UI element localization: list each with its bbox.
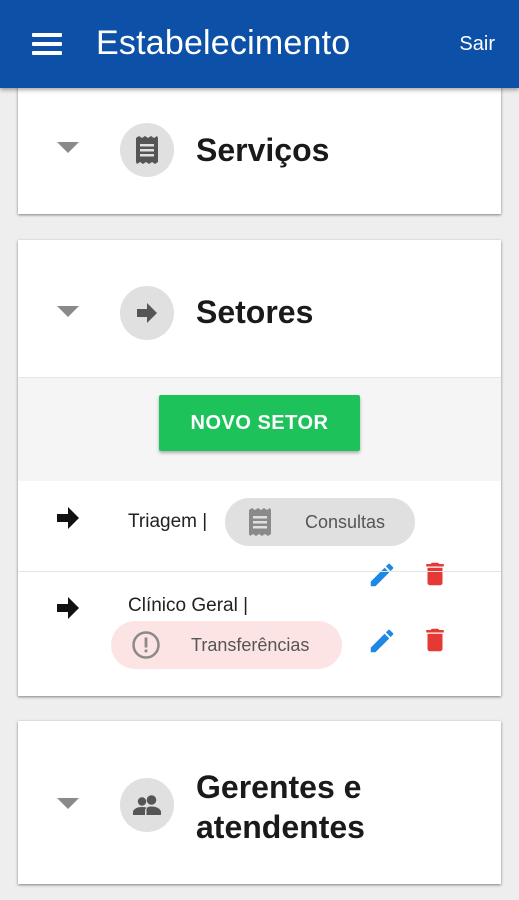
- servicos-title: Serviços: [196, 132, 330, 168]
- arrow-right-icon: [57, 597, 79, 619]
- gerentes-title-line2: atendentes: [196, 809, 365, 845]
- servico-chip[interactable]: Transferências: [111, 621, 342, 669]
- setor-name: Clínico Geral |: [128, 595, 249, 616]
- page-title: Estabelecimento: [96, 24, 351, 62]
- row-divider: [18, 571, 501, 572]
- edit-icon[interactable]: [367, 560, 397, 590]
- new-setor-area: NOVO SETOR: [18, 377, 501, 481]
- logout-button[interactable]: Sair: [459, 33, 495, 56]
- gerentes-title-line1: Gerentes e: [196, 769, 362, 805]
- chip-label: Transferências: [191, 635, 310, 655]
- chevron-down-icon[interactable]: [57, 798, 79, 809]
- receipt-icon: [249, 508, 271, 536]
- alert-circle-icon: [132, 631, 160, 659]
- chevron-down-icon[interactable]: [57, 306, 79, 317]
- gerentes-card: Gerentes e atendentes: [18, 721, 501, 884]
- menu-icon[interactable]: [32, 33, 62, 55]
- servico-chip[interactable]: Consultas: [225, 498, 415, 546]
- chevron-down-icon[interactable]: [57, 142, 79, 153]
- setor-name: Triagem |: [128, 511, 208, 532]
- setores-card: Setores NOVO SETOR Triagem | Consultas C…: [18, 240, 501, 696]
- chip-label: Consultas: [305, 512, 386, 532]
- people-icon: [120, 778, 174, 832]
- receipt-icon: [120, 123, 174, 177]
- novo-setor-button[interactable]: NOVO SETOR: [159, 395, 360, 451]
- edit-icon[interactable]: [367, 626, 397, 656]
- app-bar: Estabelecimento Sair: [0, 0, 519, 88]
- arrow-right-icon: [120, 286, 174, 340]
- arrow-right-icon: [57, 507, 79, 529]
- servicos-card: Serviços: [18, 82, 501, 214]
- setores-title: Setores: [196, 294, 314, 330]
- delete-icon[interactable]: [420, 558, 450, 590]
- delete-icon[interactable]: [420, 624, 450, 656]
